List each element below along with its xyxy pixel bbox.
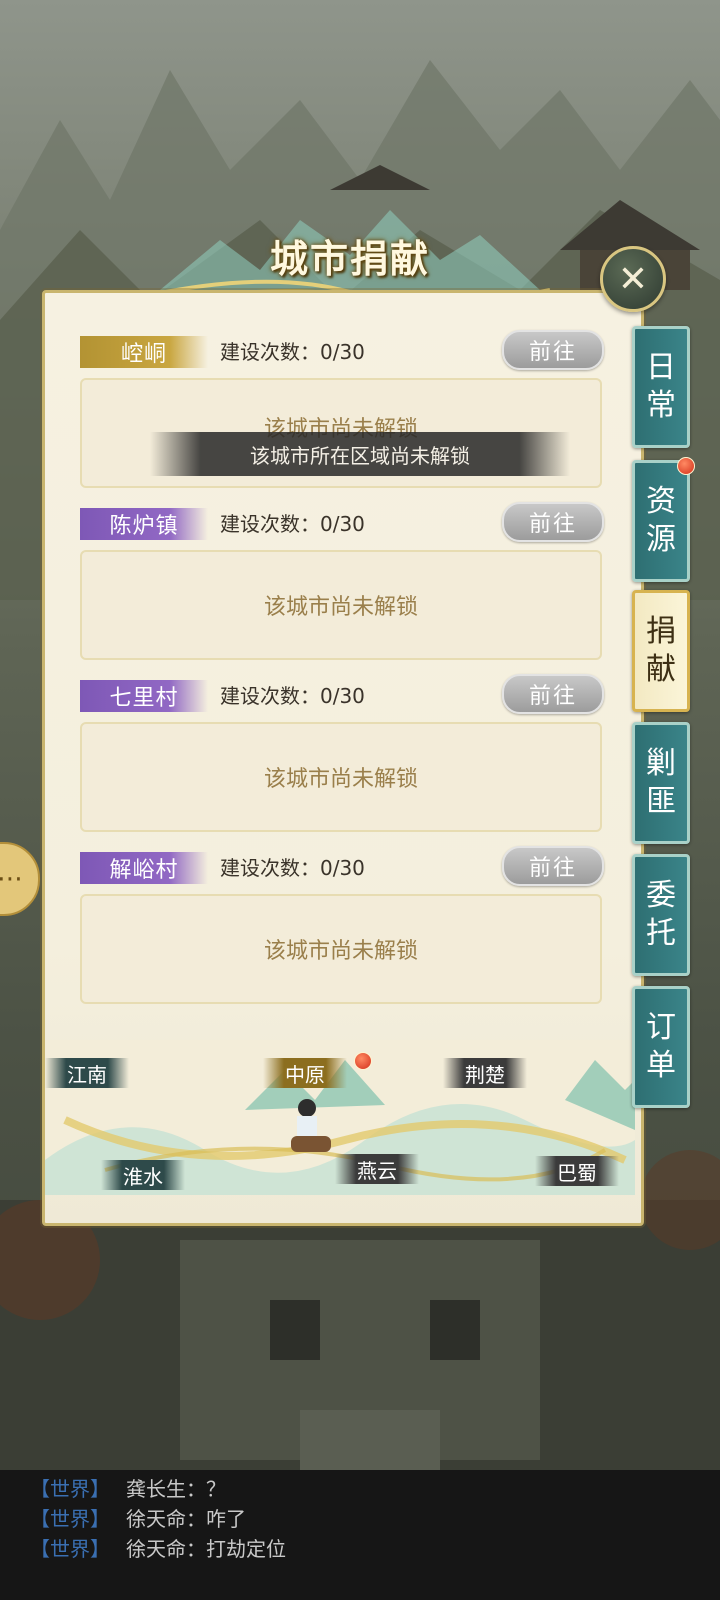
region-jiangnan[interactable]: 江南 xyxy=(45,1058,129,1088)
tab-label-char: 剿 xyxy=(646,746,676,781)
chat-channel: 【世界】 xyxy=(30,1507,110,1531)
chat-message: 【世界】 徐天命：咋了 xyxy=(30,1504,246,1534)
city-row-chenluzhen: 陈炉镇 建设次数：0/30 前往 该城市尚未解锁 xyxy=(80,502,604,668)
build-count: 建设次数：0/30 xyxy=(220,512,365,536)
tab-orders[interactable]: 订 单 xyxy=(632,986,690,1108)
region-huaishui[interactable]: 淮水 xyxy=(101,1160,185,1190)
chat-message: 【世界】 徐天命：打劫定位 xyxy=(30,1534,286,1564)
locked-status-text: 该城市尚未解锁 xyxy=(263,767,418,792)
city-locked-box: 该城市尚未解锁 xyxy=(80,550,602,660)
locked-status-text: 该城市尚未解锁 xyxy=(263,939,418,964)
goto-button[interactable]: 前往 xyxy=(502,674,604,714)
region-zhongyuan[interactable]: 中原 xyxy=(263,1058,347,1088)
chat-text: ？ xyxy=(206,1477,226,1501)
notification-dot xyxy=(677,457,695,475)
chat-text: 咋了 xyxy=(206,1507,246,1531)
build-count: 建设次数：0/30 xyxy=(220,856,365,880)
chat-sender: 龚长生： xyxy=(126,1477,206,1501)
region-map: 江南 中原 荆楚 淮水 燕云 巴蜀 xyxy=(45,1040,635,1195)
goto-button[interactable]: 前往 xyxy=(502,502,604,542)
build-count: 建设次数：0/30 xyxy=(220,340,365,364)
chat-channel: 【世界】 xyxy=(30,1537,110,1561)
chat-text: 打劫定位 xyxy=(206,1537,286,1561)
region-bashu[interactable]: 巴蜀 xyxy=(535,1156,619,1186)
chat-sender: 徐天命： xyxy=(126,1537,206,1561)
tab-daily[interactable]: 日 常 xyxy=(632,326,690,448)
tab-label-char: 捐 xyxy=(646,614,676,649)
tab-donation[interactable]: 捐 献 xyxy=(632,590,690,712)
tab-bandits[interactable]: 剿 匪 xyxy=(632,722,690,844)
toast-message: 该城市所在区域尚未解锁 xyxy=(150,432,570,476)
tab-label-char: 源 xyxy=(646,522,676,557)
tab-resources[interactable]: 资 源 xyxy=(632,457,695,582)
notification-dot xyxy=(354,1052,372,1070)
city-row-qilicun: 七里村 建设次数：0/30 前往 该城市尚未解锁 xyxy=(80,674,604,840)
tab-label-char: 单 xyxy=(646,1048,676,1083)
city-locked-box: 该城市尚未解锁 xyxy=(80,722,602,832)
tab-label-char: 日 xyxy=(646,350,676,385)
chat-channel: 【世界】 xyxy=(30,1477,110,1501)
region-jingchu[interactable]: 荆楚 xyxy=(443,1058,527,1088)
tab-label-char: 委 xyxy=(646,878,676,913)
chat-bubble-icon: ⋯ xyxy=(0,864,23,894)
tab-label-char: 常 xyxy=(646,388,676,423)
goto-button[interactable]: 前往 xyxy=(502,330,604,370)
city-name-tag: 七里村 xyxy=(80,680,208,712)
tab-label-char: 献 xyxy=(646,652,676,687)
city-locked-box: 该城市尚未解锁 xyxy=(80,894,602,1004)
build-count: 建设次数：0/30 xyxy=(220,684,365,708)
close-button[interactable]: ✕ xyxy=(600,246,666,312)
region-yanyun[interactable]: 燕云 xyxy=(335,1154,419,1184)
world-chat[interactable]: 【世界】 龚长生：？ 【世界】 徐天命：咋了 【世界】 徐天命：打劫定位 xyxy=(0,1470,720,1600)
chat-message: 【世界】 龚长生：？ xyxy=(30,1474,226,1504)
city-name-tag: 解峪村 xyxy=(80,852,208,884)
tab-label-char: 托 xyxy=(646,916,676,951)
chat-sender: 徐天命： xyxy=(126,1507,206,1531)
close-icon: ✕ xyxy=(617,258,649,300)
city-name-tag: 崆峒 xyxy=(80,336,208,368)
tab-label-char: 资 xyxy=(646,484,676,519)
city-name-tag: 陈炉镇 xyxy=(80,508,208,540)
locked-status-text: 该城市尚未解锁 xyxy=(263,595,418,620)
city-row-xieyucun: 解峪村 建设次数：0/30 前往 该城市尚未解锁 xyxy=(80,846,604,1012)
tab-commission[interactable]: 委 托 xyxy=(632,854,690,976)
tab-label-char: 订 xyxy=(646,1010,676,1045)
tab-label-char: 匪 xyxy=(646,784,676,819)
goto-button[interactable]: 前往 xyxy=(502,846,604,886)
panel-title: 城市捐献 xyxy=(269,237,430,281)
